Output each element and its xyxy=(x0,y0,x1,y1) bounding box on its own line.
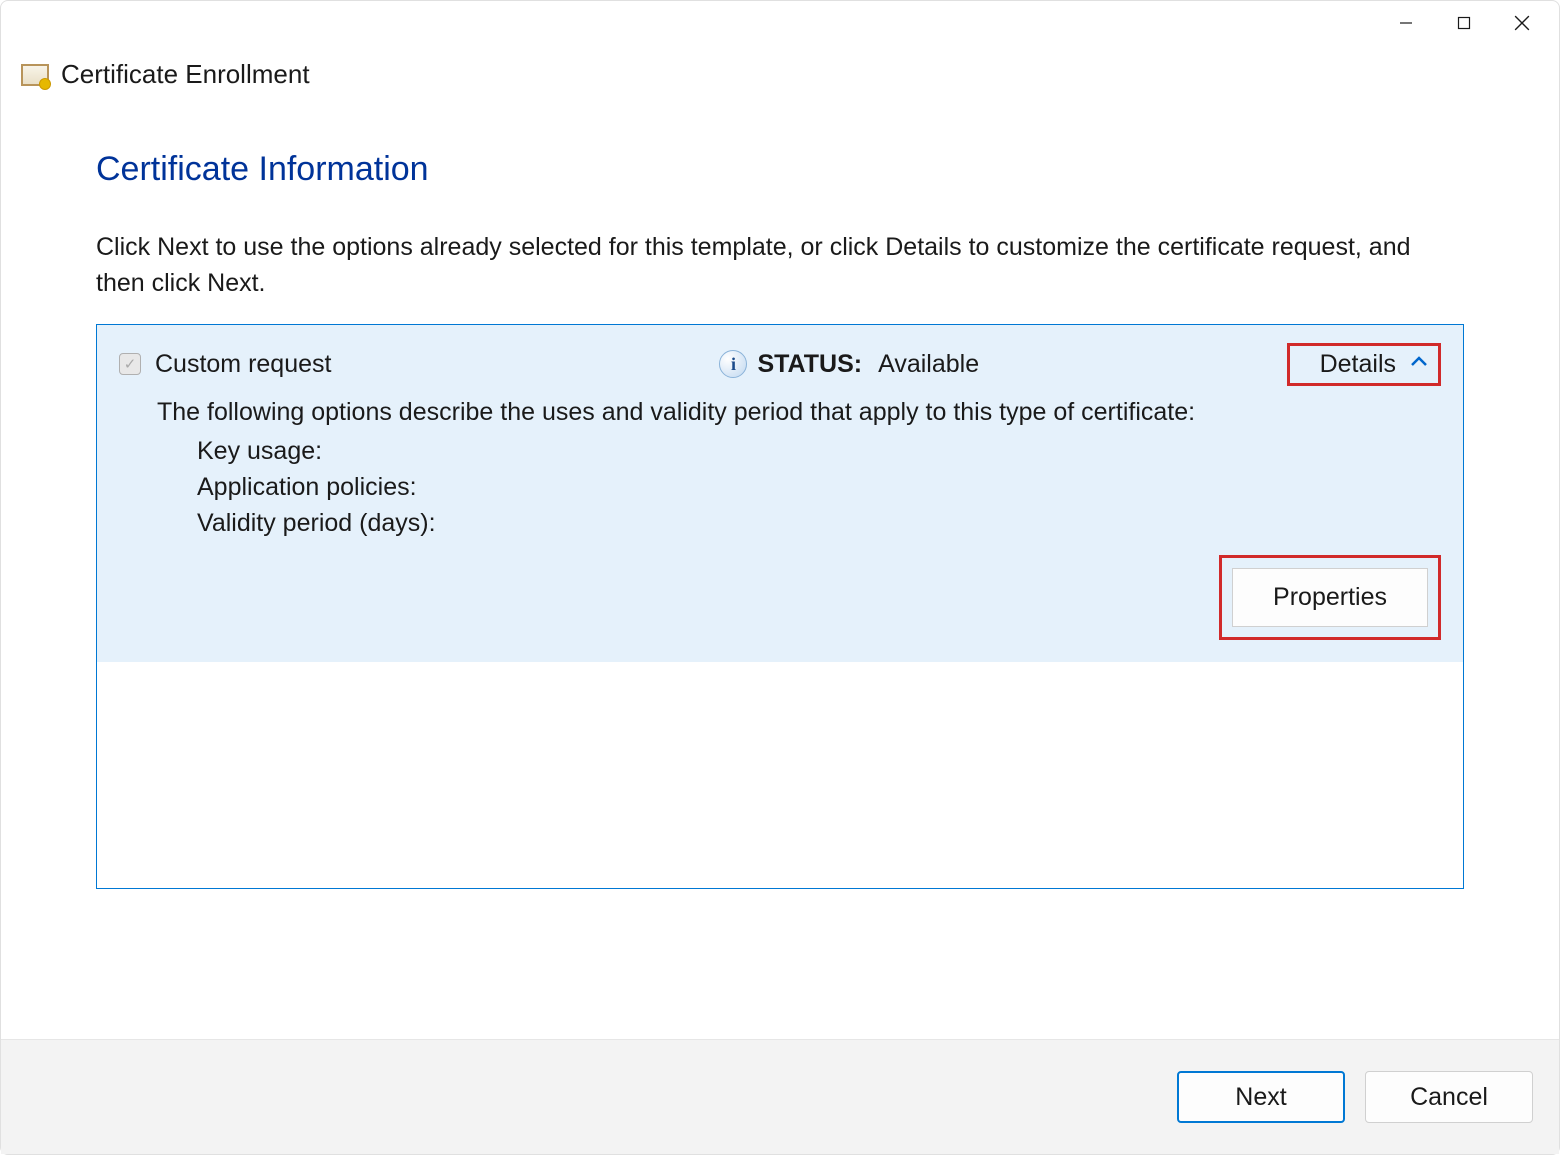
properties-button-wrap: Properties xyxy=(119,555,1441,640)
close-button[interactable] xyxy=(1493,4,1551,42)
next-button[interactable]: Next xyxy=(1177,1071,1345,1123)
wizard-header: Certificate Enrollment xyxy=(1,45,1559,90)
cancel-button[interactable]: Cancel xyxy=(1365,1071,1533,1123)
wizard-footer: Next Cancel xyxy=(1,1039,1559,1154)
status-group: i STATUS: Available xyxy=(719,350,979,379)
status-value: Available xyxy=(878,350,979,379)
validity-period-label: Validity period (days): xyxy=(197,505,1441,541)
status-label: STATUS: xyxy=(757,350,862,379)
window-titlebar xyxy=(1,1,1559,45)
key-usage-label: Key usage: xyxy=(197,433,1441,469)
close-icon xyxy=(1514,15,1530,31)
minimize-icon xyxy=(1399,16,1413,30)
custom-request-item: ✓ Custom request i STATUS: Available Det… xyxy=(97,325,1463,663)
certificate-icon xyxy=(21,64,49,86)
certificate-templates-panel: ✓ Custom request i STATUS: Available Det… xyxy=(96,324,1464,889)
request-name-label: Custom request xyxy=(155,350,331,379)
chevron-up-icon xyxy=(1410,355,1428,373)
request-checkbox[interactable]: ✓ xyxy=(119,353,141,375)
wizard-title: Certificate Enrollment xyxy=(61,59,310,90)
wizard-content: Certificate Information Click Next to us… xyxy=(1,90,1559,1039)
request-header-row: ✓ Custom request i STATUS: Available Det… xyxy=(119,343,1441,386)
properties-highlight: Properties xyxy=(1219,555,1441,640)
details-description: The following options describe the uses … xyxy=(157,398,1441,427)
maximize-icon xyxy=(1457,16,1471,30)
certificate-enrollment-wizard: Certificate Enrollment Certificate Infor… xyxy=(0,0,1560,1155)
page-instruction: Click Next to use the options already se… xyxy=(96,229,1464,302)
info-icon: i xyxy=(719,350,747,378)
details-list: Key usage: Application policies: Validit… xyxy=(197,433,1441,542)
details-toggle-label: Details xyxy=(1320,350,1396,379)
maximize-button[interactable] xyxy=(1435,4,1493,42)
page-heading: Certificate Information xyxy=(96,150,1464,189)
details-toggle[interactable]: Details xyxy=(1287,343,1441,386)
properties-button[interactable]: Properties xyxy=(1232,568,1428,627)
minimize-button[interactable] xyxy=(1377,4,1435,42)
application-policies-label: Application policies: xyxy=(197,469,1441,505)
